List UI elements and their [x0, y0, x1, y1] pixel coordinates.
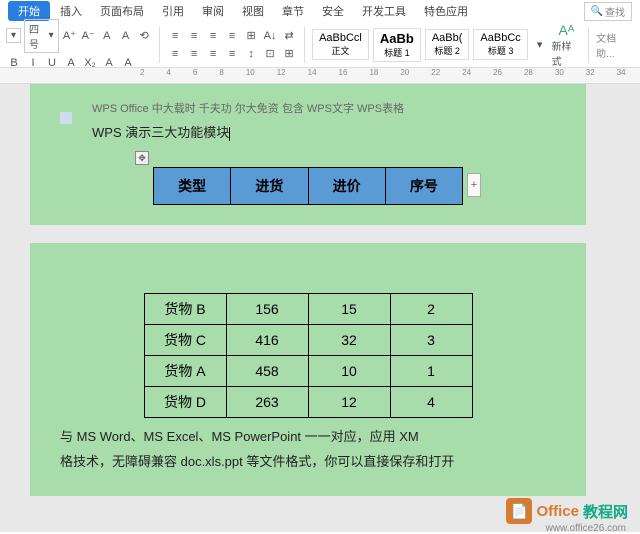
doc-title[interactable]: WPS 演示三大功能模块	[92, 122, 556, 141]
shading-icon[interactable]: ⊡	[262, 46, 278, 62]
hdr-cell[interactable]: 类型	[154, 168, 231, 205]
toolbar: ▾ 四号 ▾ A⁺ A⁻ A A ⟲ B I U A X₂ A A ≡ ≡ ≡ …	[0, 22, 640, 68]
truncated-text: WPS Office 中大载时 千夫功 尔大免资 包含 WPS文字 WPS表格	[92, 100, 556, 116]
data-cell[interactable]: 2	[390, 294, 472, 325]
sort-icon[interactable]: A↓	[262, 28, 278, 44]
add-column-button[interactable]: +	[467, 173, 481, 197]
borders-icon[interactable]: ⊞	[281, 46, 297, 62]
style-h3[interactable]: AaBbCc标题 3	[473, 29, 527, 60]
data-table[interactable]: 货物 B156152 货物 C416323 货物 A458101 货物 D263124	[144, 293, 473, 418]
line-spacing-icon[interactable]: ↕	[243, 46, 259, 62]
page: WPS Office 中大载时 千夫功 尔大免资 包含 WPS文字 WPS表格 …	[30, 84, 586, 225]
bullets-icon[interactable]: ≡	[167, 28, 183, 44]
new-style-button[interactable]: Aᴬ新样式	[552, 22, 582, 68]
dec-font-icon[interactable]: A⁻	[80, 28, 96, 44]
undo-icon[interactable]: ⟲	[136, 28, 152, 44]
tab-ref[interactable]: 引用	[154, 1, 192, 21]
data-cell[interactable]: 458	[226, 356, 308, 387]
toolbar-separator	[304, 27, 305, 63]
footer-text[interactable]: 格技术，无障碍兼容 doc.xls.ppt 等文件格式，你可以直接保存和打开	[60, 451, 556, 470]
align-justify-icon[interactable]: ≡	[224, 46, 240, 62]
data-cell[interactable]: 货物 D	[144, 387, 226, 418]
hdr-cell[interactable]: 进货	[231, 168, 308, 205]
hdr-cell[interactable]: 序号	[385, 168, 462, 205]
data-cell[interactable]: 416	[226, 325, 308, 356]
tab-security[interactable]: 安全	[314, 1, 352, 21]
ruler[interactable]: 246810121416182022242628303234	[0, 68, 640, 84]
text-dir-icon[interactable]: ⇄	[281, 28, 297, 44]
table-icon[interactable]: ⊞	[243, 28, 259, 44]
tab-special[interactable]: 特色应用	[416, 1, 476, 21]
style-h1[interactable]: AaBb标题 1	[373, 28, 421, 62]
footer-text[interactable]: 与 MS Word、MS Excel、MS PowerPoint 一一对应，应用…	[60, 426, 556, 445]
inc-font-icon[interactable]: A⁺	[62, 28, 78, 44]
indent-inc-icon[interactable]: ≡	[224, 28, 240, 44]
numbering-icon[interactable]: ≡	[186, 28, 202, 44]
case-icon[interactable]: A	[99, 28, 115, 44]
data-cell[interactable]: 货物 C	[144, 325, 226, 356]
data-cell[interactable]: 156	[226, 294, 308, 325]
data-cell[interactable]: 32	[308, 325, 390, 356]
page: 货物 B156152 货物 C416323 货物 A458101 货物 D263124…	[30, 243, 586, 496]
align-right-icon[interactable]: ≡	[205, 46, 221, 62]
data-cell[interactable]: 货物 B	[144, 294, 226, 325]
watermark: 📄 Office教程网	[506, 498, 628, 524]
clear-format-icon[interactable]: A	[118, 28, 134, 44]
data-cell[interactable]: 3	[390, 325, 472, 356]
search-input[interactable]: 🔍查找	[584, 2, 632, 21]
data-cell[interactable]: 10	[308, 356, 390, 387]
toolbar-separator	[159, 27, 160, 63]
search-icon: 🔍	[591, 6, 603, 17]
new-style-icon: Aᴬ	[559, 22, 575, 38]
styles-more-icon[interactable]: ▾	[532, 37, 548, 53]
paragraph-icon[interactable]	[60, 112, 72, 124]
data-cell[interactable]: 15	[308, 294, 390, 325]
doc-assist-button[interactable]: 文档助...	[596, 30, 634, 60]
fontsize-select[interactable]: 四号 ▾	[24, 19, 59, 53]
document-area[interactable]: WPS Office 中大载时 千夫功 尔大免资 包含 WPS文字 WPS表格 …	[0, 84, 640, 532]
header-table[interactable]: 类型 进货 进价 序号	[153, 167, 463, 205]
data-cell[interactable]: 货物 A	[144, 356, 226, 387]
font-select[interactable]: ▾	[6, 28, 21, 43]
office-logo-icon: 📄	[506, 498, 532, 524]
data-cell[interactable]: 263	[226, 387, 308, 418]
tab-view[interactable]: 视图	[234, 1, 272, 21]
tab-dev[interactable]: 开发工具	[354, 1, 414, 21]
tab-review[interactable]: 审阅	[194, 1, 232, 21]
tab-chapter[interactable]: 章节	[274, 1, 312, 21]
style-h2[interactable]: AaBb(标题 2	[425, 29, 470, 60]
align-left-icon[interactable]: ≡	[167, 46, 183, 62]
align-center-icon[interactable]: ≡	[186, 46, 202, 62]
data-cell[interactable]: 12	[308, 387, 390, 418]
watermark-url: www.office26.com	[546, 523, 626, 534]
toolbar-separator	[588, 27, 589, 63]
hdr-cell[interactable]: 进价	[308, 168, 385, 205]
table-move-handle[interactable]: ✥	[135, 151, 149, 165]
data-cell[interactable]: 1	[390, 356, 472, 387]
data-cell[interactable]: 4	[390, 387, 472, 418]
style-normal[interactable]: AaBbCcl正文	[312, 29, 369, 60]
indent-dec-icon[interactable]: ≡	[205, 28, 221, 44]
